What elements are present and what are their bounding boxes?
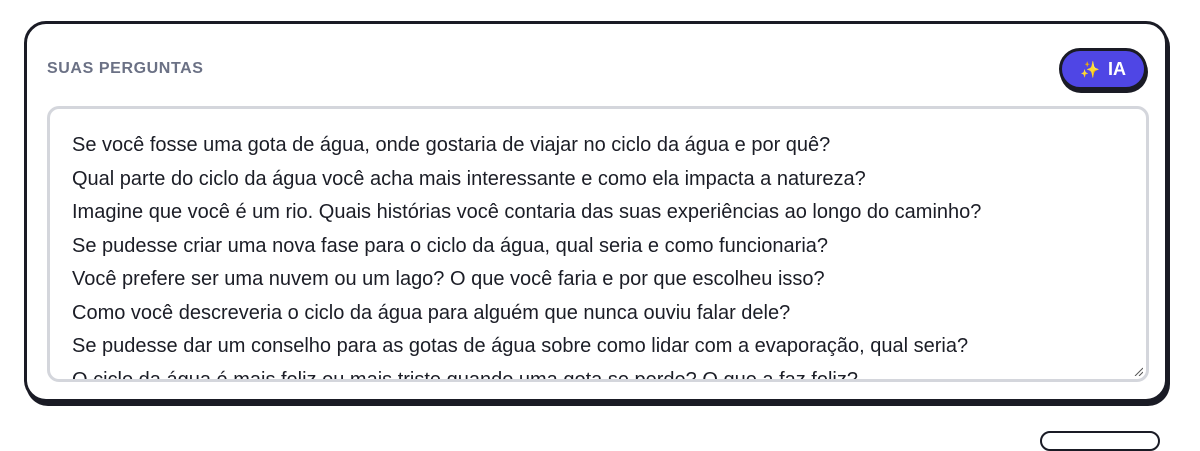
- questions-textarea[interactable]: Se você fosse uma gota de água, onde gos…: [47, 106, 1149, 382]
- section-title: SUAS PERGUNTAS: [47, 60, 204, 77]
- question-line: Você prefere ser uma nuvem ou um lago? O…: [72, 268, 825, 290]
- sparkles-icon: ✨: [1080, 59, 1100, 79]
- resize-handle-icon[interactable]: [1133, 366, 1143, 376]
- question-line: Como você descreveria o ciclo da água pa…: [72, 301, 791, 324]
- ai-button-label: IA: [1107, 58, 1126, 79]
- question-line: Se pudesse dar um conselho para as gotas…: [72, 335, 969, 357]
- question-line: Imagine que você é um rio. Quais históri…: [72, 201, 982, 223]
- questions-list: Se você fosse uma gota de água, onde gos…: [72, 129, 1126, 382]
- question-line: O ciclo da água é mais feliz ou mais tri…: [72, 368, 858, 382]
- question-line: Se pudesse criar uma nova fase para o ci…: [72, 234, 829, 257]
- question-line: Se você fosse uma gota de água, onde gos…: [72, 134, 831, 156]
- next-button-partial[interactable]: [1040, 431, 1160, 451]
- question-line: Qual parte do ciclo da água você acha ma…: [72, 167, 866, 190]
- questions-card: SUAS PERGUNTAS ✨ IA Se você fosse uma go…: [24, 21, 1168, 402]
- ai-generate-button[interactable]: ✨ IA: [1059, 48, 1147, 90]
